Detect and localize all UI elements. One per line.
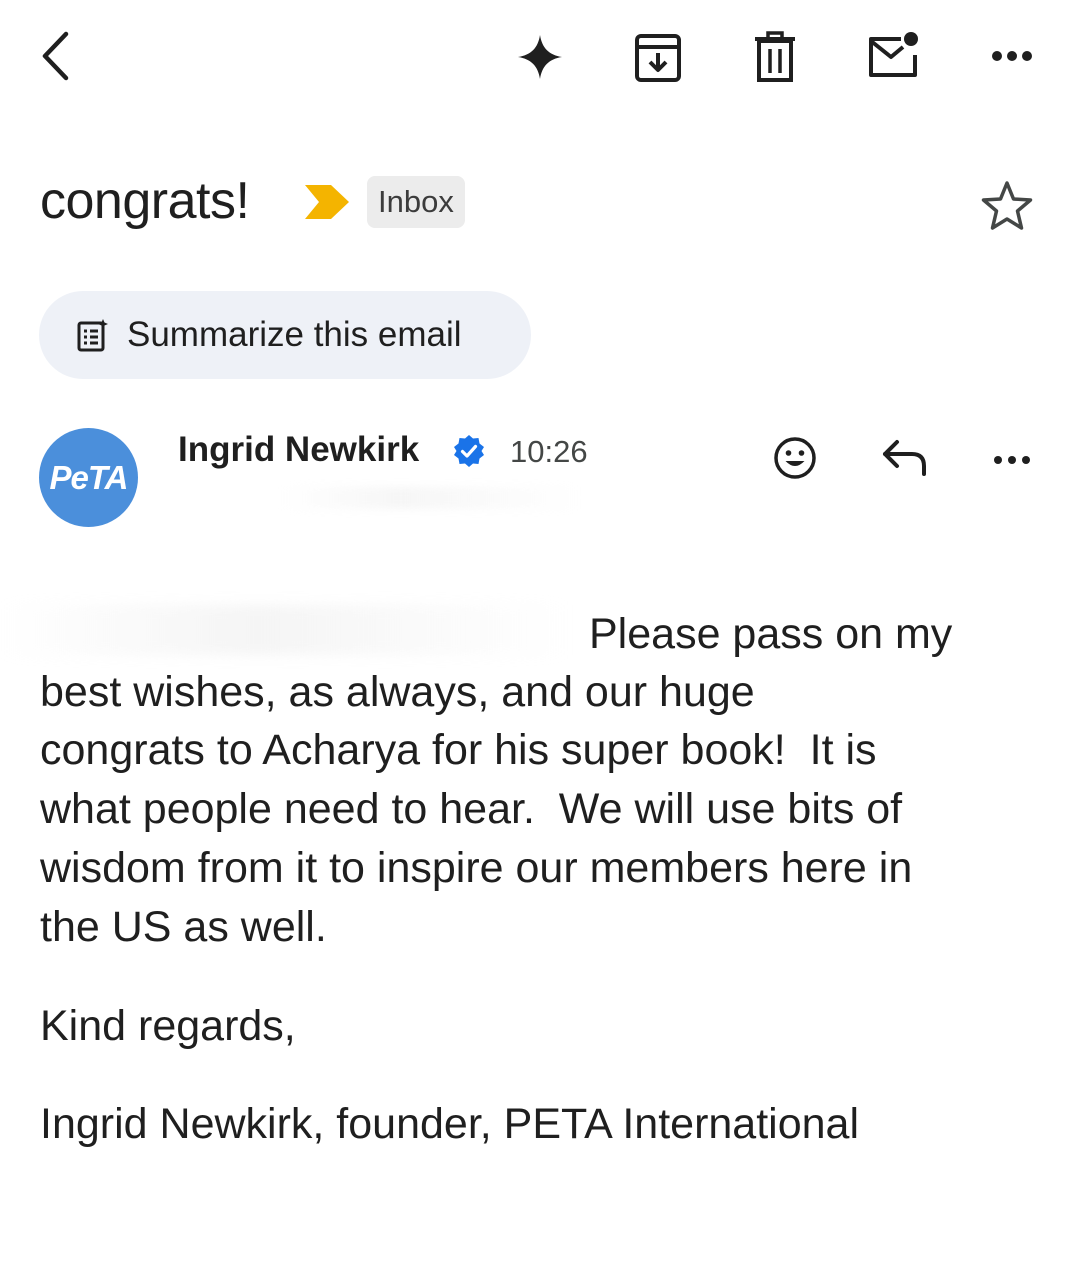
delete-button[interactable] [750,30,800,84]
archive-button[interactable] [632,32,684,84]
more-horizontal-icon [992,51,1032,61]
reply-button[interactable] [878,436,930,480]
sent-time: 10:26 [510,434,588,469]
emoji-react-icon [774,437,816,479]
importance-marker-icon [305,185,349,219]
inbox-label-chip[interactable]: Inbox [367,176,465,228]
body-line: wisdom from it to inspire our members he… [40,844,913,892]
summarize-email-button[interactable]: Summarize this email [39,291,531,379]
recipient-details-redacted [280,487,580,509]
back-button[interactable] [30,28,80,84]
verified-badge [452,434,486,473]
body-line: best wishes, as always, and our huge [40,668,755,716]
chevron-left-icon [42,31,69,81]
verified-check-icon [454,435,484,467]
summary-doc-icon [77,319,108,352]
add-reaction-button[interactable] [770,433,820,483]
trash-icon [755,31,795,82]
summarize-label: Summarize this email [127,315,462,354]
more-horizontal-icon [994,456,1030,464]
body-redacted-text [0,605,570,655]
body-line: the US as well. [40,903,327,951]
body-line: what people need to hear. We will use bi… [40,785,903,833]
reply-icon [883,440,926,476]
archive-icon [635,34,681,82]
mark-unread-button[interactable] [864,28,922,82]
sender-name[interactable]: Ingrid Newkirk [178,428,419,472]
body-first-line: Please pass on my [589,610,953,658]
email-closing: Kind regards, [40,1002,296,1050]
importance-marker [303,183,351,226]
email-subject: congrats! [40,172,250,230]
sender-avatar[interactable]: PeTA [39,428,138,527]
gemini-button[interactable] [515,32,565,82]
star-outline-icon [981,181,1033,230]
sparkle-icon [518,35,562,79]
body-line: congrats to Acharya for his super book! … [40,726,877,774]
more-options-button[interactable] [986,40,1038,72]
email-signature: Ingrid Newkirk, founder, PETA Internatio… [40,1100,860,1148]
mail-unread-icon [869,32,918,77]
message-more-button[interactable] [988,450,1036,470]
star-button[interactable] [980,180,1034,237]
